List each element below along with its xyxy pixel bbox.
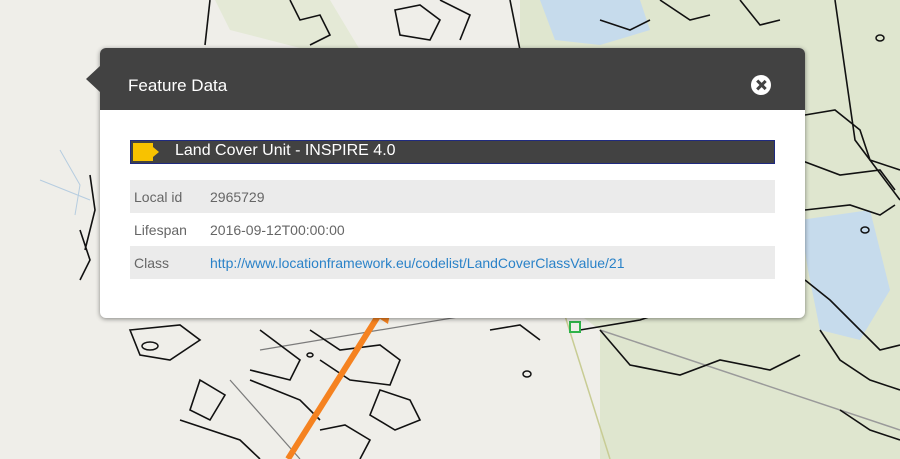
attribute-key: Class <box>134 255 170 271</box>
popup-pointer <box>86 66 100 92</box>
attribute-table: Local id 2965729 Lifespan 2016-09-12T00:… <box>130 180 775 279</box>
table-row: Class http://www.locationframework.eu/co… <box>130 246 775 279</box>
table-row: Lifespan 2016-09-12T00:00:00 <box>130 213 775 246</box>
attribute-key: Lifespan <box>134 222 187 238</box>
layer-swatch-icon <box>133 143 161 161</box>
attribute-value: 2016-09-12T00:00:00 <box>210 222 345 238</box>
attribute-value: http://www.locationframework.eu/codelist… <box>210 255 625 271</box>
class-link[interactable]: http://www.locationframework.eu/codelist… <box>210 255 625 271</box>
attribute-value: 2965729 <box>210 189 265 205</box>
layer-header: Land Cover Unit - INSPIRE 4.0 <box>130 140 775 164</box>
layer-title: Land Cover Unit - INSPIRE 4.0 <box>175 142 396 159</box>
close-icon[interactable] <box>751 75 771 95</box>
attribute-key: Local id <box>134 189 183 205</box>
popup-title: Feature Data <box>128 76 228 95</box>
popup-header: Feature Data <box>100 48 805 110</box>
feature-data-popup: Feature Data Land Cover Unit - INSPIRE 4… <box>86 48 805 318</box>
table-row: Local id 2965729 <box>130 180 775 213</box>
